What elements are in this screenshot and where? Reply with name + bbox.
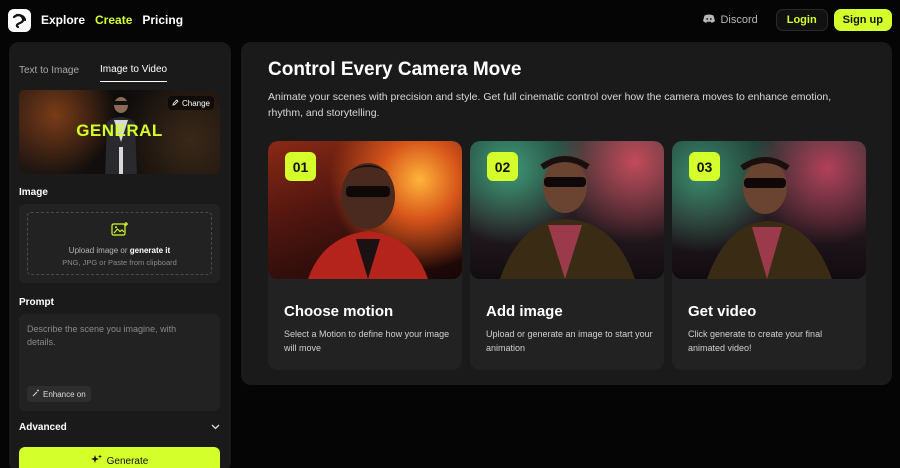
- upload-instruction: Upload image or generate it: [69, 246, 170, 255]
- upload-text: Upload image or: [68, 245, 128, 255]
- step-title: Add image: [486, 303, 563, 320]
- step-card-2: 02 Add image Upload or generate an image…: [470, 141, 664, 370]
- page-description: Animate your scenes with precision and s…: [268, 91, 832, 119]
- discord-label: Discord: [720, 14, 758, 26]
- signup-button[interactable]: Sign up: [833, 9, 892, 31]
- tab-image-to-video[interactable]: Image to Video: [100, 64, 168, 82]
- step-description: Select a Motion to define how your image…: [284, 329, 450, 353]
- enhance-label: Enhance on: [43, 389, 86, 399]
- image-upload-area[interactable]: Upload image or generate it PNG, JPG or …: [19, 204, 220, 283]
- discord-link[interactable]: Discord: [703, 14, 758, 26]
- discord-icon: [703, 14, 720, 26]
- step-number-badge: 01: [285, 152, 316, 181]
- step-2-image: 02: [470, 141, 664, 279]
- image-section-label: Image: [19, 187, 48, 198]
- motion-preset-banner[interactable]: GENERAL Change: [19, 90, 220, 174]
- step-number-badge: 03: [689, 152, 720, 181]
- mode-tabs: Text to Image Image to Video: [9, 42, 231, 82]
- change-label: Change: [181, 98, 210, 108]
- sparkle-icon: [90, 454, 107, 468]
- tab-text-to-image[interactable]: Text to Image: [19, 65, 79, 82]
- main-panel: Control Every Camera Move Animate your s…: [241, 42, 892, 385]
- prompt-placeholder: Describe the scene you imagine, with det…: [27, 324, 177, 347]
- wand-icon: [32, 389, 43, 399]
- login-button[interactable]: Login: [775, 9, 828, 31]
- image-add-icon: [110, 221, 129, 242]
- advanced-label: Advanced: [19, 422, 67, 433]
- upload-dropzone[interactable]: Upload image or generate it PNG, JPG or …: [27, 212, 212, 275]
- step-title: Choose motion: [284, 303, 394, 320]
- advanced-toggle[interactable]: Advanced: [19, 422, 220, 433]
- page-title: Control Every Camera Move: [268, 59, 522, 80]
- nav-create[interactable]: Create: [95, 13, 132, 27]
- nav-pricing[interactable]: Pricing: [142, 13, 183, 27]
- change-button[interactable]: Change: [167, 96, 214, 110]
- step-card-1: 01 Choose motion Select a Motion to defi…: [268, 141, 462, 370]
- prompt-input[interactable]: Describe the scene you imagine, with det…: [19, 314, 220, 411]
- generate-button[interactable]: Generate: [19, 447, 220, 468]
- logo-icon[interactable]: [8, 8, 31, 32]
- step-number-badge: 02: [487, 152, 518, 181]
- enhance-toggle[interactable]: Enhance on: [27, 386, 91, 402]
- step-1-image: 01: [268, 141, 462, 279]
- upload-formats: PNG, JPG or Paste from clipboard: [62, 257, 177, 267]
- create-sidebar: Text to Image Image to Video GENERAL Cha…: [9, 42, 231, 468]
- pencil-icon: [172, 98, 182, 108]
- top-nav: Explore Create Pricing Discord Login Sig…: [0, 0, 900, 40]
- banner-title: GENERAL: [76, 121, 163, 140]
- step-3-image: 03: [672, 141, 866, 279]
- step-card-3: 03 Get video Click generate to create yo…: [672, 141, 866, 370]
- generate-label: Generate: [106, 455, 149, 467]
- step-description: Upload or generate an image to start you…: [486, 329, 653, 353]
- generate-it-link[interactable]: generate it: [130, 246, 170, 255]
- prompt-section-label: Prompt: [19, 297, 54, 308]
- chevron-down-icon: [211, 422, 220, 433]
- nav-explore[interactable]: Explore: [41, 13, 85, 27]
- step-description: Click generate to create your final anim…: [688, 329, 823, 353]
- step-title: Get video: [688, 303, 757, 320]
